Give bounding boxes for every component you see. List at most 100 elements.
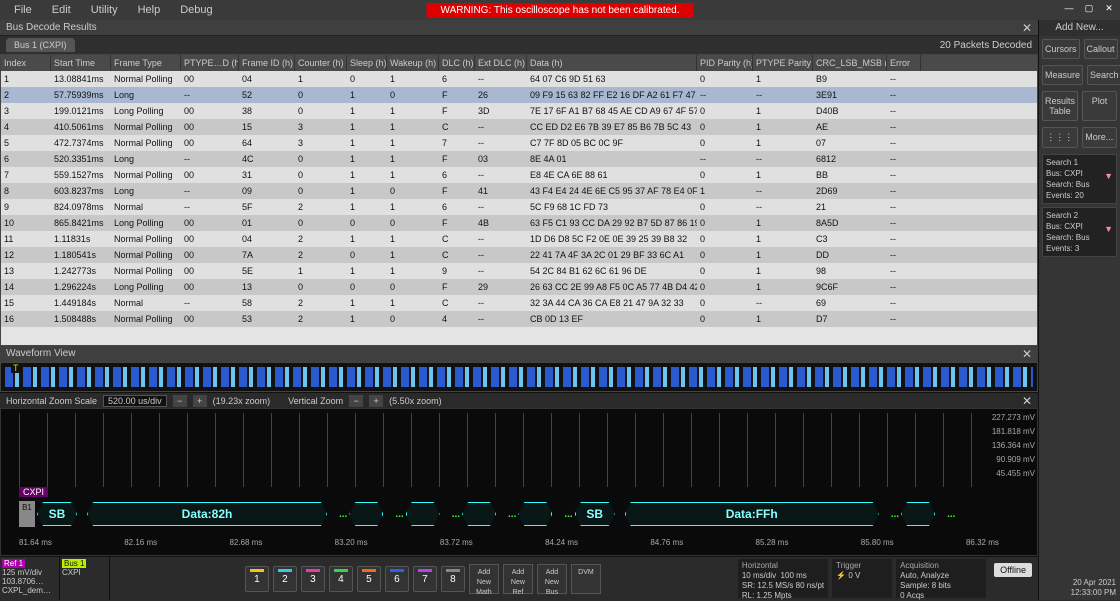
search-summary[interactable]: Search 1Bus: CXPISearch: BusEvents: 20▼ <box>1042 154 1117 204</box>
column-header[interactable]: Frame Type <box>111 55 181 71</box>
table-row[interactable]: 257.75939msLong--52010F2609 F9 15 63 82 … <box>1 87 1037 103</box>
column-header[interactable]: Wakeup (h) <box>387 55 439 71</box>
decoded-frame[interactable] <box>901 502 935 526</box>
window-close-icon[interactable]: ✕ <box>1102 2 1116 14</box>
vzoom-factor: (5.50x zoom) <box>389 396 442 406</box>
frame-dots: ... <box>450 509 462 520</box>
close-icon[interactable]: ✕ <box>1022 394 1032 408</box>
column-header[interactable]: Sleep (h) <box>347 55 387 71</box>
channel-button-6[interactable]: 6 <box>385 566 409 592</box>
column-header[interactable]: Counter (h) <box>295 55 347 71</box>
waveform-title: Waveform View <box>6 346 75 362</box>
channel-button-4[interactable]: 4 <box>329 566 353 592</box>
waveform-main[interactable]: 227.273 mV181.818 mV136.364 mV90.909 mV4… <box>0 408 1038 556</box>
add-button[interactable]: AddNewRef <box>503 564 533 594</box>
column-header[interactable]: Frame ID (h) <box>239 55 295 71</box>
channel-button-7[interactable]: 7 <box>413 566 437 592</box>
decoded-frame[interactable]: Data:82h <box>87 502 327 526</box>
right-button[interactable]: Plot <box>1082 91 1117 121</box>
column-header[interactable]: Ext DLC (h) <box>475 55 527 71</box>
menu-utility[interactable]: Utility <box>85 2 124 18</box>
menu-file[interactable]: File <box>8 2 38 18</box>
ref-tab[interactable]: Ref 1 <box>2 559 25 568</box>
add-button[interactable]: AddNewBus <box>537 564 567 594</box>
right-button[interactable]: More... <box>1082 127 1118 148</box>
window-controls: — ▢ ✕ <box>1062 2 1116 14</box>
decoded-frame[interactable]: SB <box>575 502 615 526</box>
offline-badge[interactable]: Offline <box>994 563 1032 577</box>
table-row[interactable]: 3199.0121msLong Polling0038011F3D7E 17 6… <box>1 103 1037 119</box>
table-row[interactable]: 131.242773sNormal Polling005E1119--54 2C… <box>1 263 1037 279</box>
column-header[interactable]: Index <box>1 55 51 71</box>
column-header[interactable]: PTYPE…D (h) <box>181 55 239 71</box>
menu-help[interactable]: Help <box>132 2 167 18</box>
close-icon[interactable]: ✕ <box>1022 346 1032 362</box>
decoded-frame[interactable] <box>518 502 552 526</box>
channel-button-8[interactable]: 8 <box>441 566 465 592</box>
zoom-in-icon[interactable]: + <box>193 395 207 407</box>
add-button[interactable]: AddNewMath <box>469 564 499 594</box>
trigger-info[interactable]: Trigger ⚡ 0 V <box>832 559 892 598</box>
channel-button-1[interactable]: 1 <box>245 566 269 592</box>
column-header[interactable]: Data (h) <box>527 55 697 71</box>
decoded-frame[interactable]: SB <box>37 502 77 526</box>
window-max-icon[interactable]: ▢ <box>1082 2 1096 14</box>
right-button[interactable]: ⋮⋮⋮ <box>1042 127 1078 148</box>
table-row[interactable]: 4410.5061msNormal Polling0015311C--CC ED… <box>1 119 1037 135</box>
chevron-down-icon[interactable]: ▼ <box>1104 224 1113 235</box>
table-row[interactable]: 161.508488sNormal Polling00532104--CB 0D… <box>1 311 1037 327</box>
chevron-down-icon[interactable]: ▼ <box>1104 171 1113 182</box>
column-header[interactable]: CRC_LSB_MSB (h) <box>813 55 887 71</box>
channel-button-5[interactable]: 5 <box>357 566 381 592</box>
decoded-frame[interactable]: Data:FFh <box>625 502 879 526</box>
channel-button-3[interactable]: 3 <box>301 566 325 592</box>
right-button[interactable]: Search <box>1087 65 1120 85</box>
column-header[interactable]: DLC (h) <box>439 55 475 71</box>
hzoom-value[interactable]: 520.00 us/div <box>103 395 167 407</box>
right-button[interactable]: Callout <box>1084 39 1118 59</box>
table-row[interactable]: 151.449184sNormal--58211C--32 3A 44 CA 3… <box>1 295 1037 311</box>
bus-tab[interactable]: Bus 1 (CXPI) <box>6 38 75 52</box>
horizontal-info[interactable]: Horizontal 10 ms/div 100 ms SR: 12.5 MS/… <box>738 559 828 598</box>
right-button[interactable]: Cursors <box>1042 39 1080 59</box>
waveform-overview[interactable]: T <box>0 362 1038 392</box>
table-row[interactable]: 113.08841msNormal Polling00041016--64 07… <box>1 71 1037 87</box>
table-row[interactable]: 10865.8421msLong Polling0001000F4B63 F5 … <box>1 215 1037 231</box>
column-header[interactable]: Start Time <box>51 55 111 71</box>
table-row[interactable]: 121.180541sNormal Polling007A201C--22 41… <box>1 247 1037 263</box>
bus-panel[interactable]: Bus 1 CXPI <box>60 557 110 600</box>
right-button[interactable]: Measure <box>1042 65 1083 85</box>
decoded-frame[interactable] <box>462 502 496 526</box>
bus-footer-tab[interactable]: Bus 1 <box>62 559 86 568</box>
zoom-out-icon[interactable]: − <box>349 395 363 407</box>
decode-results-title: Bus Decode Results <box>6 22 97 33</box>
column-header[interactable]: Error <box>887 55 921 71</box>
table-row[interactable]: 111.11831sNormal Polling0004211C--1D D6 … <box>1 231 1037 247</box>
table-row[interactable]: 141.296224sLong Polling0013000F2926 63 C… <box>1 279 1037 295</box>
channel-button-2[interactable]: 2 <box>273 566 297 592</box>
table-row[interactable]: 6520.3351msLong--4C011F038E 4A 01----681… <box>1 151 1037 167</box>
zoom-in-icon[interactable]: + <box>369 395 383 407</box>
window-min-icon[interactable]: — <box>1062 2 1076 14</box>
close-icon[interactable]: ✕ <box>1022 21 1032 35</box>
column-header[interactable]: PID Parity (h) <box>697 55 753 71</box>
search-summary[interactable]: Search 2Bus: CXPISearch: BusEvents: 3▼ <box>1042 207 1117 257</box>
add-button[interactable]: DVM <box>571 564 601 594</box>
menu-edit[interactable]: Edit <box>46 2 77 18</box>
menu-debug[interactable]: Debug <box>174 2 218 18</box>
decoded-frame[interactable] <box>349 502 383 526</box>
table-row[interactable]: 9824.0978msNormal--5F2116--5C F9 68 1C F… <box>1 199 1037 215</box>
acquisition-info[interactable]: Acquisition Auto, Analyze Sample: 8 bits… <box>896 559 986 598</box>
add-new-header: Add New... <box>1039 20 1120 36</box>
right-button[interactable]: Results Table <box>1042 91 1078 121</box>
decoded-frame[interactable] <box>406 502 440 526</box>
table-row[interactable]: 8603.8237msLong--09010F4143 F4 E4 24 4E … <box>1 183 1037 199</box>
ref-panel[interactable]: Ref 1 125 mV/div 103.8706… CXPL_dem… <box>0 557 60 600</box>
bus-badge[interactable]: B1 <box>19 501 35 527</box>
table-row[interactable]: 7559.1527msNormal Polling00310116--E8 4E… <box>1 167 1037 183</box>
zoom-out-icon[interactable]: − <box>173 395 187 407</box>
column-header[interactable]: PTYPE Parity (h) <box>753 55 813 71</box>
zoom-bar: Horizontal Zoom Scale 520.00 us/div − + … <box>0 392 1038 408</box>
table-row[interactable]: 5472.7374msNormal Polling00643117--C7 7F… <box>1 135 1037 151</box>
decode-status: 20 Packets Decoded <box>940 40 1032 51</box>
